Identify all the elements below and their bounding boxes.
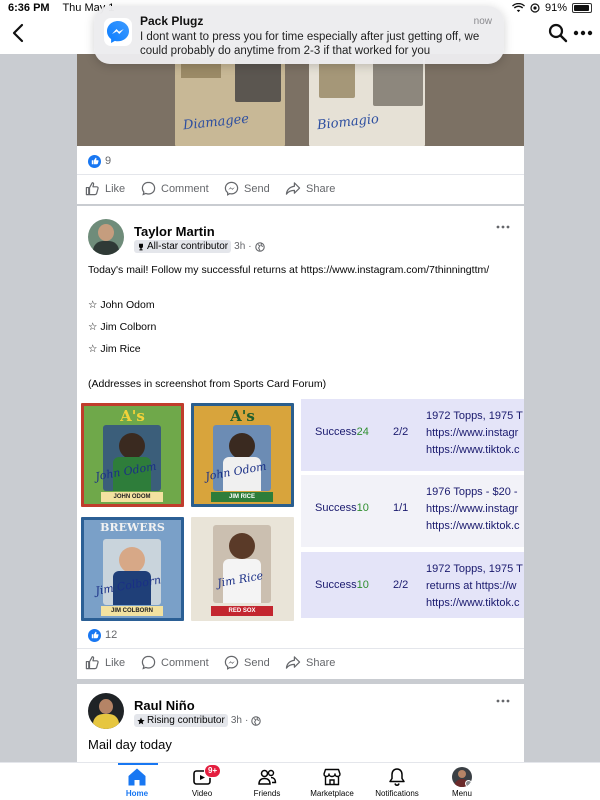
tab-home[interactable]: Home	[102, 767, 172, 798]
comment-button[interactable]: Comment	[141, 655, 209, 670]
post-list-item: ☆ John Odom	[88, 299, 155, 311]
post-time: 3h	[234, 241, 246, 252]
bell-icon	[389, 768, 405, 786]
photo-signature-right: Biomagio	[316, 111, 380, 134]
notification-body: I dont want to press you for time especi…	[140, 31, 480, 57]
contributor-badge[interactable]: Rising contributor	[134, 714, 228, 727]
like-button[interactable]: Like	[85, 181, 125, 196]
share-button[interactable]: Share	[285, 181, 335, 196]
reaction-summary[interactable]: 9	[88, 154, 111, 168]
send-button[interactable]: Send	[224, 655, 270, 670]
active-tab-indicator	[118, 763, 158, 765]
reaction-count: 12	[105, 629, 118, 641]
post-card-next: Raul Niño Rising contributor 3h · Mail d…	[77, 684, 524, 762]
tab-menu[interactable]: Menu	[427, 767, 497, 798]
reaction-summary[interactable]: 12	[88, 628, 117, 642]
post-text-line: Today's mail! Follow my successful retur…	[88, 264, 490, 276]
trophy-icon	[139, 243, 143, 250]
messenger-send-icon	[224, 181, 239, 196]
globe-icon	[254, 241, 265, 252]
author-name[interactable]: Taylor Martin	[134, 224, 215, 239]
tab-notifications[interactable]: Notifications	[362, 767, 432, 798]
messenger-icon	[104, 18, 132, 46]
like-button[interactable]: Like	[85, 655, 125, 670]
author-meta: Rising contributor 3h ·	[134, 714, 262, 727]
reaction-count: 9	[105, 155, 112, 167]
share-icon	[285, 182, 301, 195]
post-list-item: ☆ Jim Colborn	[88, 321, 157, 333]
video-count-badge: 9+	[204, 764, 222, 778]
post-card-previous: Diamagee Biomagio 9 Like Comment Send Sh…	[77, 54, 524, 204]
contributor-badge[interactable]: All-star contributor	[134, 240, 232, 253]
share-icon	[285, 656, 301, 669]
battery-percent: 91%	[544, 2, 567, 14]
trading-card-image: A's John Odom JOHN ODOM	[81, 403, 184, 507]
screenshot-row: Success10 1/1 1976 Topps - $20 - https:/…	[301, 475, 524, 547]
avatar[interactable]	[88, 219, 124, 255]
wifi-icon	[511, 3, 525, 13]
send-button[interactable]: Send	[224, 181, 270, 196]
post-actions: Like Comment Send Share	[77, 181, 524, 203]
author-name[interactable]: Raul Niño	[134, 698, 195, 713]
friends-icon	[258, 769, 277, 785]
trading-card-image: Jim Rice RED SOX	[191, 517, 294, 621]
tab-friends[interactable]: Friends	[232, 767, 302, 798]
globe-icon	[251, 715, 262, 726]
like-reaction-icon	[88, 154, 101, 168]
photo-signature-left: Diamagee	[182, 111, 250, 134]
trading-card-image: A's John Odom JIM RICE	[191, 403, 294, 507]
tab-video[interactable]: 9+ Video	[167, 764, 237, 798]
photo-card-right: Biomagio	[309, 54, 425, 146]
post-time: 3h	[230, 715, 242, 726]
notification-title: Pack Plugz	[140, 14, 204, 28]
location-icon	[530, 3, 540, 13]
trading-card-image: BREWERS Jim Colborn JIM COLBORN	[81, 517, 184, 621]
avatar[interactable]	[88, 693, 124, 729]
screenshot-row: Success24 2/2 1972 Topps, 1975 T https:/…	[301, 399, 524, 471]
post-photo[interactable]: Diamagee Biomagio	[77, 54, 524, 146]
post-actions: Like Comment Send Share	[77, 655, 524, 677]
bottom-tab-bar: Home 9+ Video Friends Marketplace Notifi…	[0, 762, 600, 800]
post-screenshot-image[interactable]: Success24 2/2 1972 Topps, 1975 T https:/…	[301, 397, 524, 618]
home-icon	[128, 768, 146, 786]
messenger-send-icon	[224, 655, 239, 670]
chevron-left-icon[interactable]	[8, 22, 30, 44]
more-horizontal-icon[interactable]	[496, 224, 510, 230]
comment-icon	[141, 655, 156, 670]
post-text: Mail day today	[88, 737, 172, 752]
post-note: (Addresses in screenshot from Sports Car…	[88, 378, 327, 390]
status-time: 6:36 PM	[8, 2, 50, 14]
notification-banner[interactable]: Pack Plugz now I dont want to press you …	[94, 6, 504, 64]
tab-marketplace[interactable]: Marketplace	[297, 767, 367, 798]
share-button[interactable]: Share	[285, 655, 335, 670]
post-card: Taylor Martin All-star contributor 3h · …	[77, 206, 524, 679]
author-meta: All-star contributor 3h ·	[134, 240, 265, 253]
divider	[77, 648, 524, 649]
battery-icon	[572, 3, 592, 13]
like-icon	[85, 656, 99, 670]
like-icon	[85, 182, 99, 196]
post-list-item: ☆ Jim Rice	[88, 343, 141, 355]
notification-time: now	[473, 16, 492, 27]
more-horizontal-icon[interactable]	[496, 698, 510, 704]
star-icon	[137, 716, 145, 724]
screenshot-row: Success10 2/2 1972 Topps, 1975 T returns…	[301, 552, 524, 618]
avatar	[452, 767, 472, 787]
marketplace-icon	[323, 768, 341, 786]
post-image-grid[interactable]: A's John Odom JOHN ODOM A's John Odom JI…	[81, 403, 295, 621]
like-reaction-icon	[88, 628, 101, 642]
more-horizontal-icon[interactable]	[572, 23, 594, 43]
photo-card-left: Diamagee	[175, 54, 285, 146]
divider	[77, 174, 524, 175]
comment-icon	[141, 181, 156, 196]
comment-button[interactable]: Comment	[141, 181, 209, 196]
search-icon[interactable]	[548, 23, 568, 43]
